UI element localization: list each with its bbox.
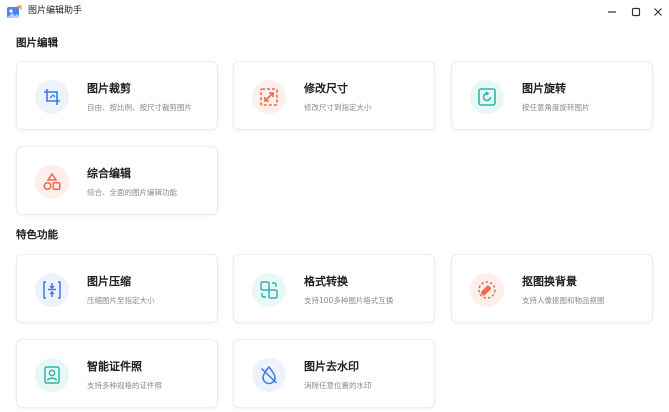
card-desc: 支持人像抠图和物品抠图 [522, 296, 605, 305]
close-button[interactable] [646, 2, 669, 22]
card-comprehensive-edit[interactable]: 综合编辑 综合、全面的图片编辑功能 [16, 146, 218, 215]
card-title: 抠图换背景 [522, 275, 577, 288]
card-image-crop[interactable]: 图片裁剪 自由、按比例、按尺寸裁剪图片 [16, 61, 218, 130]
card-title: 格式转换 [304, 275, 348, 288]
close-icon [654, 8, 662, 16]
shapes-icon [35, 165, 69, 199]
card-resize[interactable]: 修改尺寸 修改尺寸到指定大小 [233, 61, 435, 130]
rotate-icon [470, 80, 504, 114]
minimize-icon [608, 11, 616, 13]
minimize-button[interactable] [600, 2, 624, 22]
card-id-photo[interactable]: 智能证件照 支持多种规格的证件照 [16, 339, 218, 408]
card-title: 图片去水印 [304, 360, 359, 373]
title-bar: 图片编辑助手 [0, 0, 669, 24]
id-photo-icon [35, 358, 69, 392]
photo-app-icon [7, 5, 22, 18]
section-title-features: 特色功能 [16, 229, 58, 241]
card-desc: 自由、按比例、按尺寸裁剪图片 [87, 103, 192, 112]
crop-icon [35, 80, 69, 114]
card-format-convert[interactable]: 格式转换 支持100多种图片格式互换 [233, 254, 435, 323]
card-cutout-background[interactable]: 抠图换背景 支持人像抠图和物品抠图 [451, 254, 653, 323]
cutout-icon [470, 273, 504, 307]
card-desc: 修改尺寸到指定大小 [304, 103, 372, 112]
card-title: 修改尺寸 [304, 82, 348, 95]
card-desc: 消除任意位置的水印 [304, 381, 372, 390]
card-title: 图片压缩 [87, 275, 131, 288]
card-title: 智能证件照 [87, 360, 142, 373]
maximize-button[interactable] [624, 2, 648, 22]
card-desc: 支持100多种图片格式互换 [304, 296, 394, 305]
card-title: 图片旋转 [522, 82, 566, 95]
card-title: 图片裁剪 [87, 82, 131, 95]
compress-icon [35, 273, 69, 307]
convert-icon [252, 273, 286, 307]
watermark-remove-icon [252, 358, 286, 392]
card-desc: 按任意角度旋转图片 [522, 103, 590, 112]
card-desc: 综合、全面的图片编辑功能 [87, 188, 177, 197]
card-compress[interactable]: 图片压缩 压缩图片至指定大小 [16, 254, 218, 323]
card-desc: 压缩图片至指定大小 [87, 296, 155, 305]
maximize-icon [631, 7, 641, 17]
resize-icon [252, 80, 286, 114]
card-desc: 支持多种规格的证件照 [87, 381, 162, 390]
card-rotate[interactable]: 图片旋转 按任意角度旋转图片 [451, 61, 653, 130]
section-title-image-edit: 图片编辑 [16, 37, 58, 49]
card-title: 综合编辑 [87, 167, 131, 180]
card-remove-watermark[interactable]: 图片去水印 消除任意位置的水印 [233, 339, 435, 408]
app-title: 图片编辑助手 [28, 6, 83, 16]
